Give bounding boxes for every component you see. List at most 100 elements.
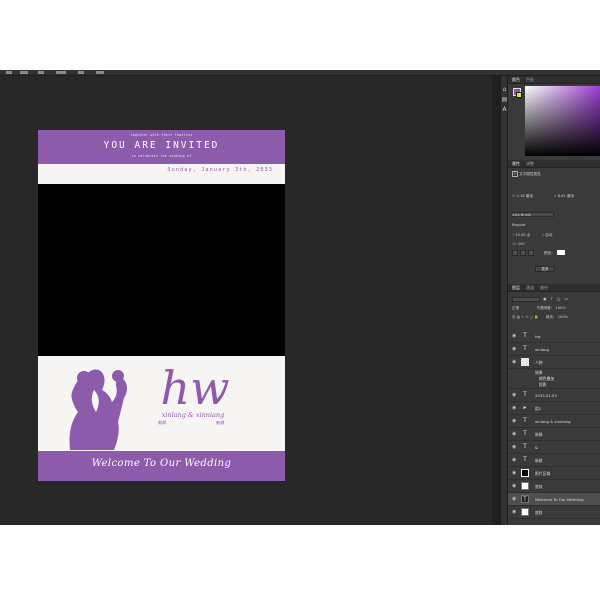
effect-item[interactable]: 投影 (539, 382, 547, 388)
layer-filter-dropdown[interactable] (512, 296, 540, 302)
font-size-value[interactable]: 10.00 点 (515, 233, 530, 237)
visibility-eye-icon[interactable]: ◉ (512, 457, 516, 463)
leading-value[interactable]: 自动 (545, 233, 552, 237)
tab-properties[interactable]: 属性 (512, 160, 520, 168)
layer-row[interactable]: ◉ 照片区域 (508, 467, 600, 480)
tab-marker[interactable] (96, 71, 104, 74)
layers-list[interactable]: ◉ T hw ◉ T xinlang ◉ 人物 效果 颜色叠加 投影 ◉ T 2… (508, 330, 600, 525)
history-icon[interactable]: ⌂ (501, 86, 508, 93)
layer-row[interactable]: ◉ T hw (508, 330, 600, 343)
visibility-eye-icon[interactable]: ◉ (512, 392, 516, 398)
visibility-eye-icon[interactable]: ◉ (512, 418, 516, 424)
align-left-button[interactable] (512, 250, 518, 256)
layer-name: 底纹 (535, 510, 543, 515)
tab-marker[interactable] (20, 71, 28, 74)
layer-row[interactable]: ◉ 底纹 (508, 506, 600, 519)
text-layer-icon: T (523, 345, 527, 352)
background-color-swatch[interactable] (516, 92, 522, 98)
pixel-layer-thumbnail (521, 482, 529, 490)
layer-row-selected[interactable]: ◉ T Welcome To Our Wedding (508, 493, 600, 506)
visibility-eye-icon[interactable]: ◉ (512, 483, 516, 489)
layer-kind-text: 文字图层属性 (519, 172, 541, 176)
visibility-eye-icon[interactable]: ◉ (512, 346, 516, 352)
blend-mode-value[interactable]: 正常 (512, 306, 519, 310)
tab-marker[interactable] (56, 71, 66, 74)
header-band: together with their families YOU ARE INV… (38, 130, 285, 164)
color-picker-field[interactable] (525, 86, 600, 156)
couple-names: xinlang & xinniang (161, 411, 225, 419)
layer-row[interactable]: ◉ T 新郎 (508, 428, 600, 441)
leading-icon: A (541, 233, 545, 237)
layer-name: 2033.01.03 (535, 393, 557, 398)
visibility-eye-icon[interactable]: ◉ (512, 470, 516, 476)
align-center-button[interactable] (520, 250, 526, 256)
tab-marker[interactable] (38, 71, 44, 74)
lock-row: 锁 ▦ ✎ ✣ ▢ 🔒 填充： 100% (512, 314, 596, 320)
layer-row[interactable]: ◉ 人物 (508, 356, 600, 369)
text-layer-icon: T (521, 495, 529, 503)
more-options-button[interactable]: 更多 (535, 266, 555, 272)
visibility-eye-icon[interactable]: ◉ (512, 359, 516, 365)
bride-label: 新娘 (216, 420, 225, 425)
tab-color[interactable]: 颜色 (512, 76, 520, 84)
effects-row[interactable]: 效果 颜色叠加 投影 (508, 369, 600, 389)
layer-row[interactable]: ◉ T xinlang & xinniang (508, 415, 600, 428)
tagline-top: together with their families (130, 133, 193, 137)
visibility-eye-icon[interactable]: ◉ (512, 496, 516, 502)
layer-row[interactable]: ◉ T xinlang (508, 343, 600, 356)
x-value[interactable]: 8.61 厘米 (558, 194, 574, 198)
layer-name: Welcome To Our Wedding (535, 497, 584, 502)
pixel-layer-thumbnail (521, 358, 529, 366)
lock-icons[interactable]: 锁 ▦ ✎ ✣ ▢ 🔒 (512, 315, 539, 319)
visibility-eye-icon[interactable]: ◉ (512, 405, 516, 411)
layer-row[interactable]: ◉ 底纹 (508, 480, 600, 493)
width-value[interactable]: 1.18 厘米 (517, 194, 533, 198)
tracking-icon: VA (512, 242, 517, 246)
visibility-eye-icon[interactable]: ◉ (512, 444, 516, 450)
tab-adjustments[interactable]: 调整 (526, 160, 534, 168)
font-family-value: Alex Brush (512, 213, 532, 217)
fill-value[interactable]: 100% (558, 315, 568, 319)
text-layer-icon: T (523, 417, 527, 424)
canvas-area[interactable]: together with their families YOU ARE INV… (0, 76, 492, 525)
opacity-value[interactable]: 100% (555, 306, 565, 310)
font-size-icon: T (512, 233, 515, 237)
x-label: X (554, 194, 557, 198)
tab-marker[interactable] (78, 71, 84, 74)
invitation-title: YOU ARE INVITED (103, 140, 220, 151)
layer-row[interactable]: ◉ T & (508, 441, 600, 454)
visibility-eye-icon[interactable]: ◉ (512, 333, 516, 339)
layer-row[interactable]: ◉ T 2033.01.03 (508, 389, 600, 402)
text-layer-icon: T (523, 456, 527, 463)
layer-kind-label: T 文字图层属性 (512, 171, 596, 177)
properties-icon[interactable]: ▤ (501, 96, 508, 103)
tab-layers[interactable]: 图层 (512, 284, 520, 292)
tracking-value[interactable]: 100 (518, 242, 525, 246)
text-color-swatch[interactable] (557, 250, 565, 255)
text-layer-icon: T (523, 430, 527, 437)
folder-icon[interactable]: ▸ (521, 404, 529, 412)
pixel-layer-thumbnail (521, 508, 529, 516)
tab-swatches[interactable]: 色板 (526, 76, 534, 84)
collapsed-panel-strip[interactable] (492, 76, 500, 525)
couple-silhouette (69, 369, 127, 450)
font-size-row: T 10.00 点 A 自动 (512, 232, 596, 238)
visibility-eye-icon[interactable]: ◉ (512, 509, 516, 515)
visibility-eye-icon[interactable]: ◉ (512, 431, 516, 437)
layer-row[interactable]: ◉ T 新娘 (508, 454, 600, 467)
invitation-artboard[interactable]: together with their families YOU ARE INV… (38, 130, 285, 481)
font-style-value[interactable]: Regular (512, 222, 596, 228)
tab-marker[interactable] (6, 71, 12, 74)
filter-icons[interactable]: ▣ T ◫ ▭ (543, 297, 569, 301)
layers-panel-tabs: 图层 通道 路径 (508, 284, 600, 292)
panel-dock-icons: ⌂ ▤ A (500, 76, 508, 525)
align-right-button[interactable] (528, 250, 534, 256)
tab-paths[interactable]: 路径 (540, 284, 548, 292)
groom-label: 新郎 (158, 420, 167, 425)
group-row[interactable]: ◉ ▸ 组1 (508, 402, 600, 415)
fill-label: 填充： (545, 315, 557, 319)
footer-band: Welcome To Our Wedding (38, 451, 285, 481)
tab-channels[interactable]: 通道 (526, 284, 534, 292)
character-icon[interactable]: A (501, 106, 508, 113)
width-label: W (512, 194, 516, 198)
